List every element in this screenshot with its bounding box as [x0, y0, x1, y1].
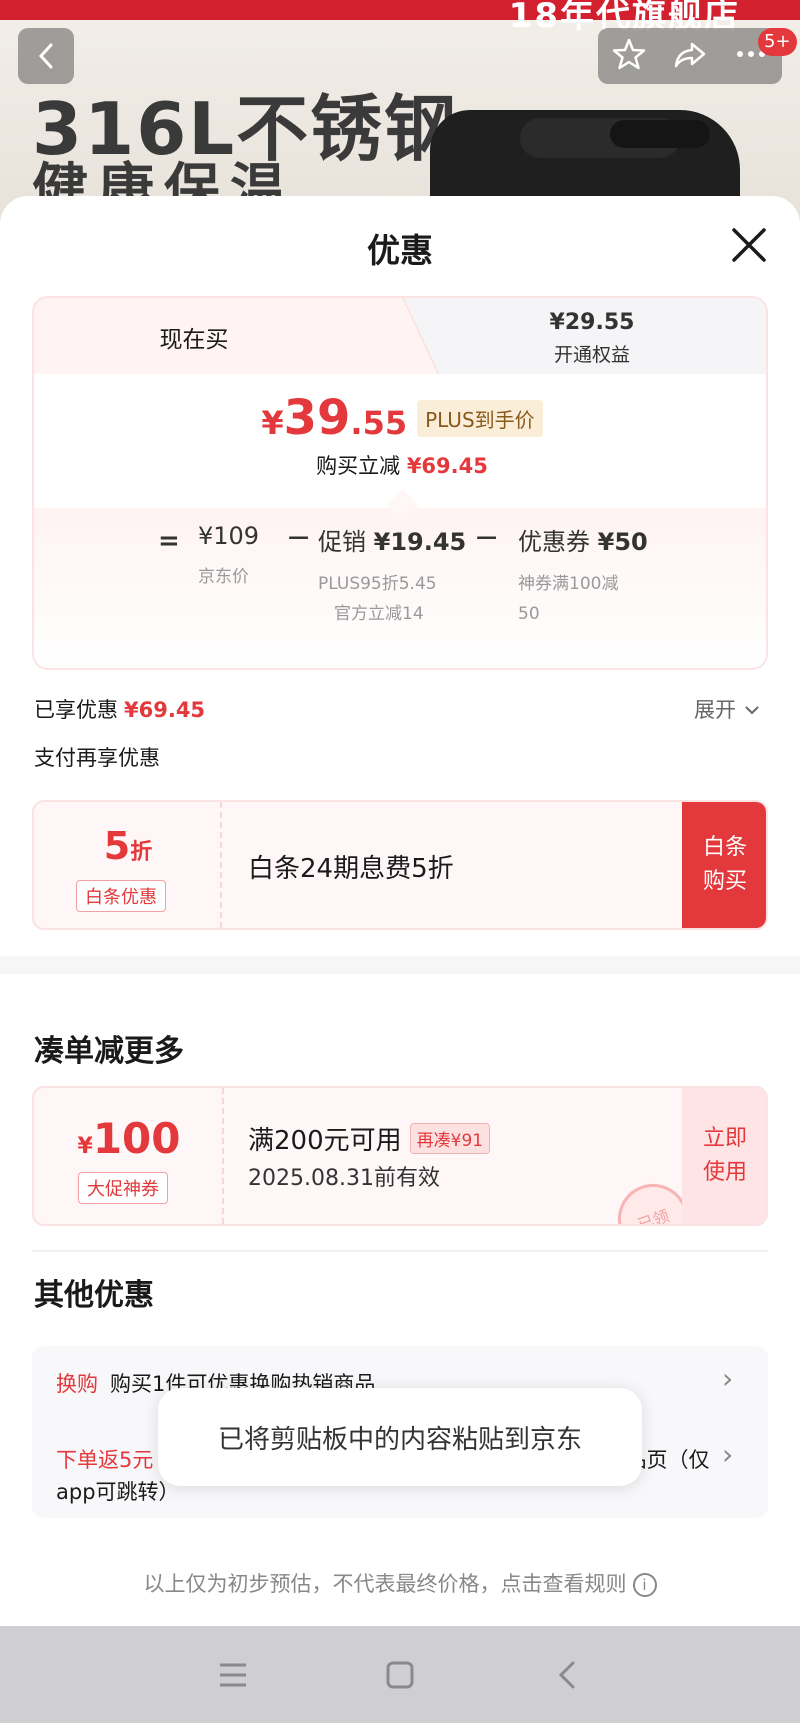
close-button[interactable]	[728, 224, 770, 266]
plus-price-tag: PLUS到手价	[417, 399, 543, 437]
reduction-amount: ¥69.45	[406, 454, 488, 478]
tab-plus-label[interactable]: 开通权益	[414, 340, 766, 367]
use-coupon-button[interactable]: 立即 使用	[682, 1088, 766, 1224]
purchase-reduction: 购买立减 ¥69.45	[34, 450, 766, 480]
cashback-offer-tag: 下单返5元	[56, 1448, 154, 1472]
coupon-column: 优惠券 ¥50 神券满100减 50	[518, 522, 648, 629]
currency-symbol: ¥	[261, 404, 284, 442]
baitiao-buy-button[interactable]: 白条 购买	[682, 802, 766, 928]
tab-buy-now-label[interactable]: 现在买	[34, 320, 354, 354]
enjoyed-label: 已享优惠	[34, 698, 118, 722]
enjoyed-amount: ¥69.45	[124, 698, 206, 722]
coupon-amount: 100	[92, 1114, 181, 1163]
jd-price-column: ¥109 京东价	[198, 522, 259, 592]
coupon-amount-block: ¥100 大促神券	[34, 1088, 224, 1224]
coupon-type-tag: 大促神券	[78, 1172, 168, 1204]
recent-apps-button[interactable]	[203, 1645, 263, 1705]
final-price-block: ¥ 39 .55 PLUS到手价 购买立减 ¥69.45	[34, 374, 766, 494]
pay-more-discount-label: 支付再享优惠	[34, 746, 160, 770]
home-button[interactable]	[370, 1645, 430, 1705]
price-integer: 39	[283, 390, 351, 446]
baitiao-rate: 5折	[34, 824, 222, 868]
baitiao-buy-label-line1: 白条	[702, 835, 747, 860]
home-square-icon	[386, 1661, 414, 1688]
minus-sign: −	[286, 520, 312, 555]
final-price: ¥ 39 .55 PLUS到手价	[34, 390, 766, 446]
coupon-expiry: 2025.08.31前有效	[248, 1166, 440, 1191]
back-arrow-icon	[558, 1661, 575, 1688]
coupon-detail-line2: 50	[518, 604, 540, 624]
other-offers-title: 其他优惠	[34, 1278, 154, 1313]
info-icon[interactable]: i	[632, 1573, 657, 1597]
menu-lines-icon	[220, 1663, 247, 1686]
coupon-label: 优惠券	[518, 528, 598, 556]
bundle-section-title: 凑单减更多	[34, 1034, 184, 1069]
baitiao-buy-label-line2: 购买	[702, 869, 747, 894]
promo-detail: PLUS95折5.45 官方立减14	[318, 569, 466, 629]
equals-sign: =	[158, 526, 180, 556]
close-icon	[732, 228, 766, 262]
store-banner-strip: 18年代旗舰店	[0, 0, 800, 36]
promo-value: 促销 ¥19.45	[318, 522, 466, 557]
coupon-card[interactable]: ¥100 大促神券 满200元可用 再凑¥91 2025.08.31前有效 已领…	[32, 1086, 768, 1226]
promo-official-reduction: 官方立减14	[334, 604, 424, 624]
baitiao-tag: 白条优惠	[76, 880, 166, 912]
clipboard-toast: 已将剪贴板中的内容粘贴到京东	[158, 1388, 642, 1486]
price-decimal: .55	[350, 404, 408, 442]
coupon-value: 优惠券 ¥50	[518, 522, 648, 557]
share-button[interactable]	[672, 36, 708, 76]
use-coupon-label-line1: 立即	[702, 1126, 747, 1151]
coupon-currency: ¥	[77, 1134, 93, 1159]
system-back-button[interactable]	[537, 1645, 597, 1705]
star-icon	[612, 38, 645, 70]
baitiao-rate-number: 5	[103, 824, 131, 868]
sheet-title: 优惠	[367, 231, 433, 270]
chevron-down-icon	[744, 706, 759, 715]
top-actions-group	[598, 28, 782, 84]
price-card: 现在买 ¥29.55 开通权益 ¥ 39 .55 PLUS到手价 购买立减 ¥6…	[32, 296, 768, 670]
expand-button[interactable]: 展开	[694, 694, 761, 724]
jd-price-label: 京东价	[198, 567, 249, 587]
price-breakdown: = ¥109 京东价 − 促销 ¥19.45 PLUS95折5.45 官方立减1…	[34, 508, 766, 668]
coupon-detail: 神券满100减 50	[518, 569, 648, 629]
exchange-offer-tag: 换购	[56, 1372, 98, 1396]
coupon-condition: 满200元可用 再凑¥91	[248, 1120, 491, 1157]
jd-price-value: ¥109	[198, 522, 260, 550]
chevron-right-icon[interactable]: ›	[722, 1438, 733, 1471]
coupon-amount: ¥50	[597, 528, 648, 556]
favorite-button[interactable]	[611, 36, 647, 76]
baitiao-description: 白条24期息费5折	[248, 854, 454, 884]
use-coupon-label-line2: 使用	[702, 1160, 747, 1185]
use-coupon-label: 立即 使用	[703, 1122, 747, 1190]
coupon-value: ¥100	[34, 1114, 224, 1163]
baitiao-offer-card[interactable]: 5折 白条优惠 白条24期息费5折 白条 购买	[32, 800, 768, 930]
coupon-detail-line1: 神券满100减	[518, 574, 619, 594]
expand-label: 展开	[694, 698, 736, 722]
section-divider-thin	[32, 1250, 768, 1252]
baitiao-rate-unit: 折	[130, 840, 153, 865]
coupon-add-more-tag: 再凑¥91	[409, 1123, 491, 1154]
price-disclaimer-text: 以上仅为初步预估，不代表最终价格，点击查看规则	[143, 1572, 627, 1596]
share-icon	[674, 42, 706, 68]
baitiao-rate-block: 5折 白条优惠	[34, 802, 222, 928]
promo-amount: ¥19.45	[373, 528, 467, 556]
baitiao-buy-label: 白条 购买	[703, 831, 747, 899]
promo-column: 促销 ¥19.45 PLUS95折5.45 官方立减14	[318, 522, 466, 629]
price-disclaimer[interactable]: 以上仅为初步预估，不代表最终价格，点击查看规则 i	[0, 1568, 800, 1598]
promo-label: 促销	[318, 528, 374, 556]
chevron-left-icon	[38, 43, 53, 69]
tab-plus-price[interactable]: ¥29.55	[414, 310, 766, 335]
enjoyed-discount: 已享优惠 ¥69.45	[34, 694, 205, 724]
message-count-badge: 5+	[758, 28, 797, 56]
kettle-spout-image	[610, 120, 710, 148]
minus-sign: −	[474, 520, 500, 555]
coupon-condition-text: 满200元可用	[248, 1126, 402, 1156]
system-nav-bar	[0, 1626, 800, 1723]
back-button[interactable]	[18, 28, 74, 84]
promo-plus-discount: PLUS95折5.45	[318, 574, 437, 594]
section-divider	[0, 956, 800, 974]
reduction-label: 购买立减	[316, 454, 401, 478]
chevron-right-icon[interactable]: ›	[722, 1362, 733, 1395]
